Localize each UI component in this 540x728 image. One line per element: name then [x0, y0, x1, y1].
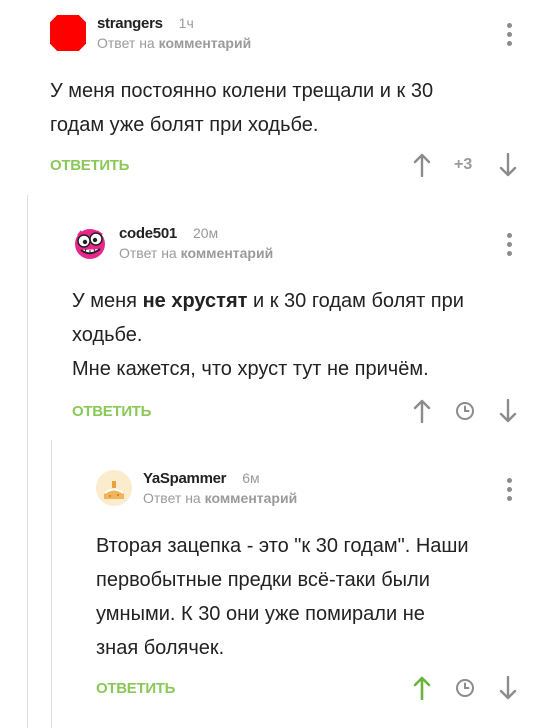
comment-header: YaSpammer 6м Ответ на комментарий: [96, 470, 520, 512]
comment-header: code501 20м Ответ на комментарий: [72, 225, 520, 267]
more-options-icon[interactable]: [506, 23, 512, 46]
author-name[interactable]: strangers: [97, 15, 163, 32]
upvote-arrow-icon[interactable]: [411, 675, 433, 701]
comment-time[interactable]: 1ч: [179, 15, 194, 31]
comment-time[interactable]: 20м: [193, 225, 218, 241]
reply-to-line: Ответ на комментарий: [97, 35, 252, 51]
red-square-avatar[interactable]: [50, 15, 86, 51]
rating-count: +3: [454, 156, 473, 173]
reply-to-link[interactable]: комментарий: [159, 35, 252, 51]
comment-actions: ОТВЕТИТЬ: [50, 150, 520, 180]
pink-monster-avatar[interactable]: [72, 225, 108, 261]
more-options-icon[interactable]: [506, 233, 512, 256]
comment-3: YaSpammer 6м Ответ на комментарий Вторая…: [96, 470, 520, 700]
upvote-arrow-icon[interactable]: [411, 152, 433, 178]
comment-time[interactable]: 6м: [242, 470, 259, 486]
reply-to-link[interactable]: комментарий: [205, 490, 298, 506]
thread-line-2: [51, 440, 52, 728]
clock-icon[interactable]: [453, 399, 477, 423]
downvote-arrow-icon[interactable]: [497, 675, 519, 701]
clock-icon[interactable]: [453, 676, 477, 700]
comment-text: У меня постоянно колени трещали и к 30 г…: [50, 80, 434, 136]
upvote-arrow-icon[interactable]: [411, 398, 433, 424]
downvote-arrow-icon[interactable]: [497, 152, 519, 178]
comment-text: У меня не хрустят и к 30 годам болят при…: [72, 290, 464, 380]
reply-button[interactable]: ОТВЕТИТЬ: [50, 157, 129, 174]
downvote-arrow-icon[interactable]: [497, 398, 519, 424]
author-name[interactable]: YaSpammer: [143, 470, 226, 487]
author-name[interactable]: code501: [119, 225, 177, 242]
reply-to-link[interactable]: комментарий: [181, 245, 274, 261]
comment-header: strangers 1ч Ответ на комментарий: [50, 15, 520, 57]
cake-avatar[interactable]: [96, 470, 132, 506]
reply-to-line: Ответ на комментарий: [143, 490, 298, 506]
reply-button[interactable]: ОТВЕТИТЬ: [96, 680, 175, 697]
reply-button[interactable]: ОТВЕТИТЬ: [72, 403, 151, 420]
more-options-icon[interactable]: [506, 478, 512, 501]
comment-2: code501 20м Ответ на комментарий У меня …: [72, 225, 520, 423]
thread-line-1: [27, 195, 28, 728]
comment-text: Вторая зацепка - это "к 30 годам". Наши …: [96, 535, 469, 659]
reply-to-line: Ответ на комментарий: [119, 245, 274, 261]
comment-1: strangers 1ч Ответ на комментарий У меня…: [50, 15, 520, 177]
